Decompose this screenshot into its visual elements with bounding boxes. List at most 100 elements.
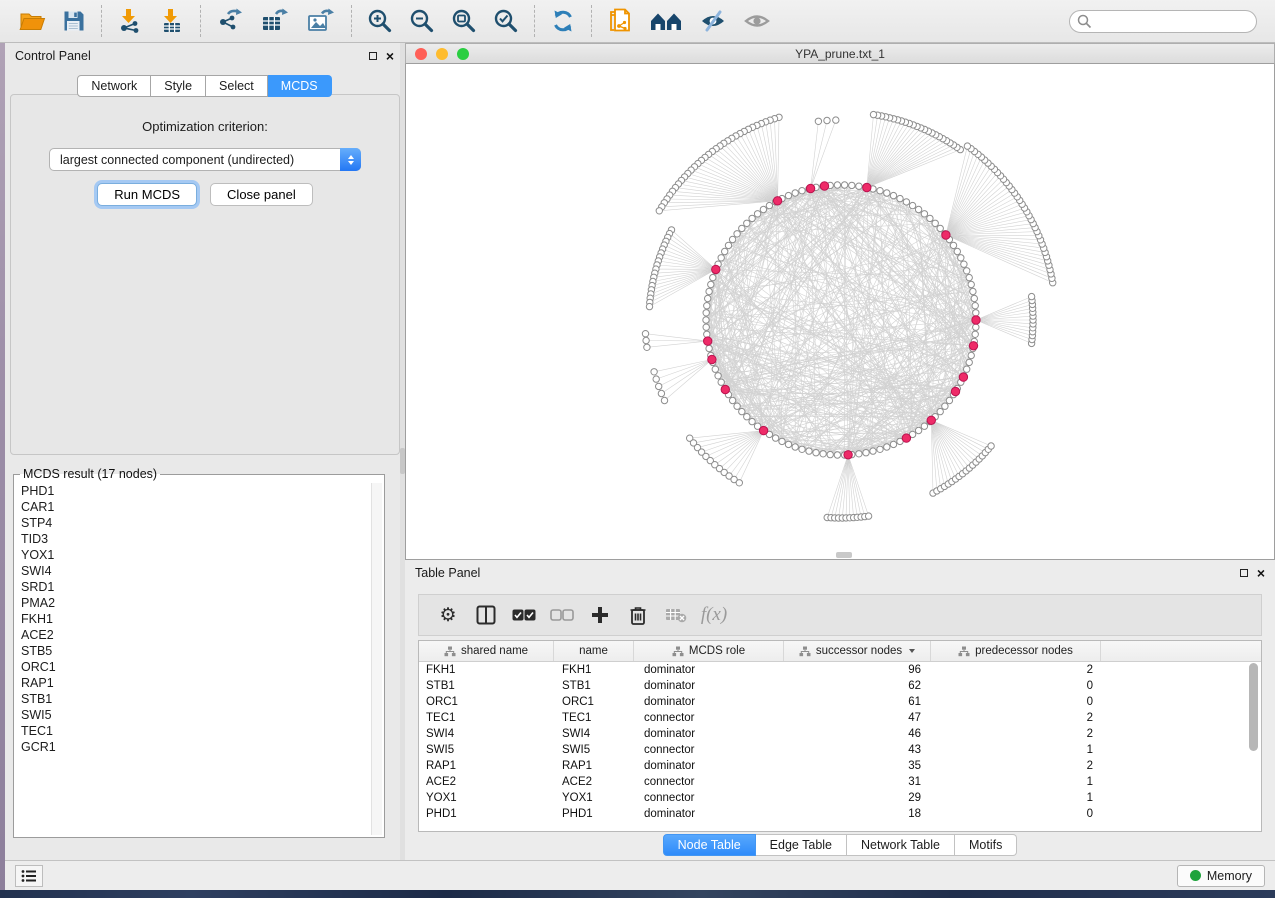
add-column-icon[interactable] — [581, 597, 619, 633]
close-table-panel-icon[interactable]: × — [1257, 566, 1265, 580]
delete-table-icon[interactable] — [657, 597, 695, 633]
search-input[interactable] — [1069, 10, 1257, 33]
import-network-button[interactable] — [109, 4, 151, 38]
zoom-fit-button[interactable] — [443, 4, 485, 38]
table-row[interactable]: SWI5SWI5connector431 — [419, 742, 1261, 758]
cell-name: STB1 — [554, 680, 634, 692]
column-label: successor nodes — [816, 645, 902, 657]
cell-predecessor-nodes: 1 — [931, 744, 1101, 756]
mcds-result-item[interactable]: PHD1 — [16, 483, 370, 499]
column-header-predecessor-nodes[interactable]: predecessor nodes — [931, 641, 1101, 661]
mcds-result-item[interactable]: STB5 — [16, 643, 370, 659]
cell-predecessor-nodes: 0 — [931, 808, 1101, 820]
mcds-result-item[interactable]: TID3 — [16, 531, 370, 547]
import-table-button[interactable] — [151, 4, 193, 38]
mcds-result-item[interactable]: SWI4 — [16, 563, 370, 579]
cell-name: SWI5 — [554, 744, 634, 756]
export-network-icon — [216, 8, 244, 34]
table-row[interactable]: FKH1FKH1dominator962 — [419, 662, 1261, 678]
table-row[interactable]: ACE2ACE2connector311 — [419, 774, 1261, 790]
zoom-selected-button[interactable] — [485, 4, 527, 38]
memory-button[interactable]: Memory — [1177, 865, 1265, 887]
tab-select[interactable]: Select — [206, 75, 268, 97]
table-settings-gear-icon[interactable]: ⚙ — [429, 597, 467, 633]
deselect-all-icon[interactable] — [543, 597, 581, 633]
column-header-shared-name[interactable]: shared name — [419, 641, 554, 661]
mcds-result-item[interactable]: ACE2 — [16, 627, 370, 643]
delete-column-trash-icon[interactable] — [619, 597, 657, 633]
zoom-fit-icon — [451, 8, 477, 34]
mcds-result-item[interactable]: RAP1 — [16, 675, 370, 691]
table-row[interactable]: STB1STB1dominator620 — [419, 678, 1261, 694]
tab-network[interactable]: Network — [77, 75, 151, 97]
cell-mcds-role: connector — [634, 712, 784, 724]
clone-network-button[interactable] — [599, 4, 641, 38]
mcds-list-scrollbar[interactable] — [371, 483, 382, 835]
float-panel-icon[interactable] — [369, 52, 377, 60]
zoom-in-icon — [367, 8, 393, 34]
export-network-button[interactable] — [208, 4, 252, 38]
tab-node-table[interactable]: Node Table — [663, 834, 756, 856]
zoom-out-button[interactable] — [401, 4, 443, 38]
zoom-in-button[interactable] — [359, 4, 401, 38]
column-header-successor-nodes[interactable]: successor nodes — [784, 641, 931, 661]
select-all-icon[interactable] — [505, 597, 543, 633]
zoom-out-icon — [409, 8, 435, 34]
task-history-button[interactable] — [15, 865, 43, 887]
close-panel-icon[interactable]: × — [386, 49, 394, 63]
table-row[interactable]: RAP1RAP1dominator352 — [419, 758, 1261, 774]
split-panel-icon[interactable] — [467, 597, 505, 633]
function-builder-icon[interactable]: f(x) — [695, 597, 733, 633]
tab-style[interactable]: Style — [151, 75, 206, 97]
mcds-result-item[interactable]: ORC1 — [16, 659, 370, 675]
table-row[interactable]: TEC1TEC1connector472 — [419, 710, 1261, 726]
column-header-name[interactable]: name — [554, 641, 634, 661]
horizontal-splitter-handle[interactable] — [836, 552, 852, 558]
mcds-result-item[interactable]: FKH1 — [16, 611, 370, 627]
network-overview-button[interactable] — [641, 4, 691, 38]
table-scrollbar-thumb[interactable] — [1249, 663, 1258, 751]
mcds-result-list[interactable]: PHD1CAR1STP4TID3YOX1SWI4SRD1PMA2FKH1ACE2… — [16, 483, 370, 835]
cell-predecessor-nodes: 2 — [931, 664, 1101, 676]
show-hidden-button[interactable] — [735, 4, 779, 38]
mcds-result-item[interactable]: YOX1 — [16, 547, 370, 563]
network-canvas[interactable] — [405, 64, 1275, 560]
table-row[interactable]: ORC1ORC1dominator610 — [419, 694, 1261, 710]
export-table-button[interactable] — [252, 4, 298, 38]
table-row[interactable]: SWI4SWI4dominator462 — [419, 726, 1261, 742]
hide-selected-button[interactable] — [691, 4, 735, 38]
mcds-result-item[interactable]: GCR1 — [16, 739, 370, 755]
mcds-result-item[interactable]: CAR1 — [16, 499, 370, 515]
table-row[interactable]: YOX1YOX1connector291 — [419, 790, 1261, 806]
mcds-result-item[interactable]: TEC1 — [16, 723, 370, 739]
cell-successor-nodes: 35 — [784, 760, 931, 772]
houses-icon — [649, 9, 683, 33]
toolbar-separator — [351, 5, 352, 37]
mcds-result-item[interactable]: STB1 — [16, 691, 370, 707]
apply-layout-button[interactable] — [542, 4, 584, 38]
save-session-button[interactable] — [54, 4, 94, 38]
run-mcds-button[interactable]: Run MCDS — [97, 183, 197, 206]
column-header-mcds-role[interactable]: MCDS role — [634, 641, 784, 661]
criterion-select[interactable]: largest connected component (undirected) — [49, 148, 361, 171]
mcds-result-item[interactable]: SRD1 — [16, 579, 370, 595]
tab-edge-table[interactable]: Edge Table — [756, 834, 847, 856]
float-table-panel-icon[interactable] — [1240, 569, 1248, 577]
mcds-result-item[interactable]: SWI5 — [16, 707, 370, 723]
table-toolbar: ⚙ f(x) — [418, 594, 1262, 636]
hierarchy-icon — [444, 646, 456, 657]
hierarchy-icon — [958, 646, 970, 657]
tab-motifs[interactable]: Motifs — [955, 834, 1017, 856]
cell-shared-name: RAP1 — [419, 760, 554, 772]
table-row[interactable]: PHD1PHD1dominator180 — [419, 806, 1261, 822]
export-image-button[interactable] — [298, 4, 344, 38]
cell-successor-nodes: 47 — [784, 712, 931, 724]
network-window-titlebar[interactable]: YPA_prune.txt_1 — [405, 43, 1275, 64]
open-file-button[interactable] — [10, 4, 54, 38]
tab-network-table[interactable]: Network Table — [847, 834, 955, 856]
tab-mcds[interactable]: MCDS — [268, 75, 332, 97]
cell-shared-name: ORC1 — [419, 696, 554, 708]
close-panel-button[interactable]: Close panel — [210, 183, 313, 206]
mcds-result-item[interactable]: STP4 — [16, 515, 370, 531]
mcds-result-item[interactable]: PMA2 — [16, 595, 370, 611]
